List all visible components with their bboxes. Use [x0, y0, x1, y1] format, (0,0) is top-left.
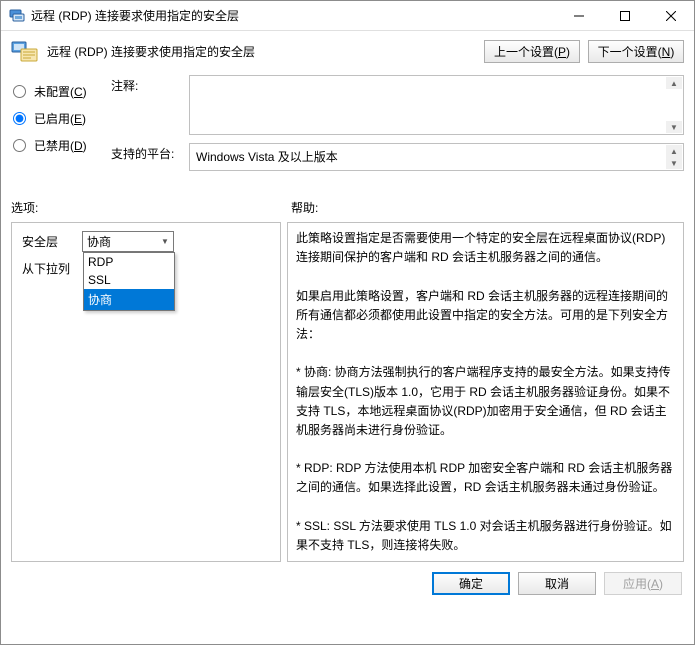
policy-title: 远程 (RDP) 连接要求使用指定的安全层: [47, 43, 476, 60]
dropdown-item-negotiate[interactable]: 协商: [84, 289, 174, 310]
help-section-label: 帮助:: [291, 199, 684, 216]
maximize-button[interactable]: [602, 1, 648, 31]
comment-scrollbar[interactable]: ▲▼: [666, 77, 682, 133]
security-layer-value: 协商: [83, 233, 157, 250]
platform-scrollbar[interactable]: ▲▼: [666, 145, 682, 169]
ok-button[interactable]: 确定: [432, 572, 510, 595]
apply-button[interactable]: 应用(A): [604, 572, 682, 595]
help-pane[interactable]: 此策略设置指定是否需要使用一个特定的安全层在远程桌面协议(RDP)连接期间保护的…: [287, 222, 684, 562]
radio-disabled[interactable]: 已禁用(D): [11, 137, 111, 154]
radio-enabled-input[interactable]: [13, 112, 26, 125]
security-layer-dropdown: RDP SSL 协商: [83, 252, 175, 311]
platform-label: 支持的平台:: [111, 143, 189, 171]
cancel-button[interactable]: 取消: [518, 572, 596, 595]
dropdown-item-ssl[interactable]: SSL: [84, 271, 174, 289]
close-button[interactable]: [648, 1, 694, 31]
radio-not-configured-input[interactable]: [13, 85, 26, 98]
comment-label: 注释:: [111, 75, 189, 135]
dialog-footer: 确定 取消 应用(A): [1, 562, 694, 595]
radio-enabled[interactable]: 已启用(E): [11, 110, 111, 127]
chevron-down-icon: ▼: [157, 232, 173, 251]
previous-setting-button[interactable]: 上一个设置(P): [484, 40, 580, 63]
state-radio-group: 未配置(C) 已启用(E) 已禁用(D): [11, 75, 111, 179]
radio-not-configured[interactable]: 未配置(C): [11, 83, 111, 100]
window-title: 远程 (RDP) 连接要求使用指定的安全层: [31, 7, 556, 24]
options-section-label: 选项:: [11, 199, 291, 216]
app-icon: [9, 8, 25, 24]
next-setting-button[interactable]: 下一个设置(N): [588, 40, 684, 63]
comment-textarea[interactable]: ▲▼: [189, 75, 684, 135]
security-layer-label: 安全层: [22, 233, 76, 250]
security-layer-combo[interactable]: 协商 ▼ RDP SSL 协商: [82, 231, 174, 252]
radio-disabled-input[interactable]: [13, 139, 26, 152]
title-bar: 远程 (RDP) 连接要求使用指定的安全层: [1, 1, 694, 31]
options-pane: 安全层 协商 ▼ RDP SSL 协商 从下拉列: [11, 222, 281, 562]
dropdown-item-rdp[interactable]: RDP: [84, 253, 174, 271]
from-dropdown-label: 从下拉列: [22, 260, 70, 277]
platform-box: Windows Vista 及以上版本 ▲▼: [189, 143, 684, 171]
policy-header: 远程 (RDP) 连接要求使用指定的安全层 上一个设置(P) 下一个设置(N): [1, 31, 694, 71]
policy-icon: [11, 39, 39, 63]
platform-value: Windows Vista 及以上版本: [196, 150, 338, 164]
minimize-button[interactable]: [556, 1, 602, 31]
